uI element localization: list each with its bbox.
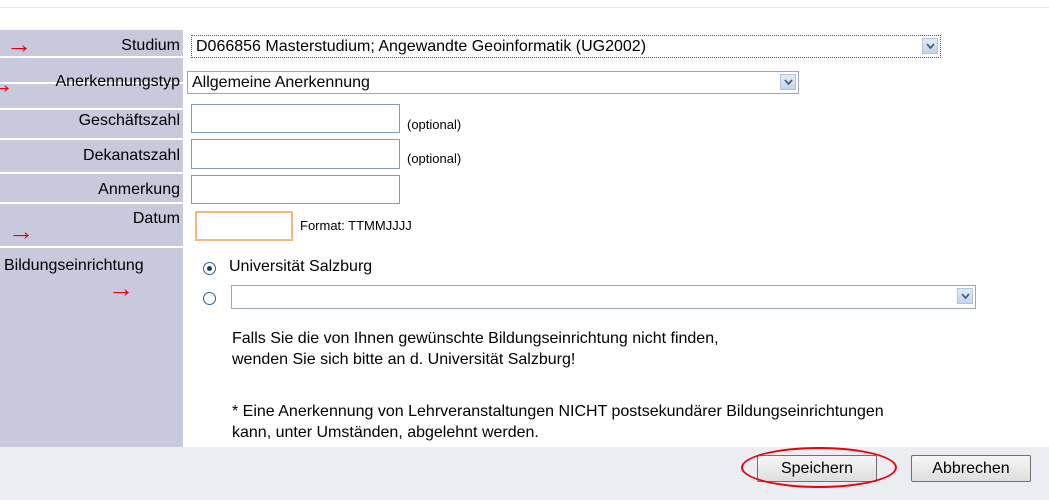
geschaeftszahl-label: Geschäftszahl	[78, 112, 180, 129]
row-divider	[0, 138, 183, 140]
radio-universitaet-salzburg-label: Universität Salzburg	[229, 258, 373, 275]
row-divider	[0, 108, 183, 110]
anerkennungstyp-select-value: Allgemeine Anerkennung	[192, 73, 370, 91]
studium-label: Studium	[121, 37, 180, 54]
datum-input[interactable]	[195, 211, 293, 241]
annotation-arrow-icon: →	[0, 69, 14, 99]
save-highlight-oval	[741, 447, 897, 488]
anmerkung-label: Anmerkung	[98, 181, 180, 198]
anmerkung-input[interactable]	[191, 175, 400, 204]
geschaeftszahl-hint: (optional)	[407, 117, 462, 132]
annotation-arrow-icon: →	[8, 216, 34, 246]
row-divider	[0, 246, 183, 248]
anerkennungstyp-label: Anerkennungstyp	[55, 73, 180, 90]
datum-label: Datum	[132, 210, 180, 227]
studium-select[interactable]: D066856 Masterstudium; Angewandte Geoinf…	[191, 35, 941, 58]
chevron-down-icon[interactable]	[780, 74, 796, 90]
anerkennungstyp-select[interactable]: Allgemeine Anerkennung	[187, 71, 799, 94]
row-divider	[0, 202, 183, 204]
chevron-down-icon[interactable]	[957, 288, 973, 304]
dekanatszahl-input[interactable]	[191, 139, 400, 169]
dekanatszahl-hint: (optional)	[407, 151, 462, 166]
cancel-button[interactable]: Abbrechen	[911, 455, 1031, 482]
note-text-line-1: * Eine Anerkennung von Lehrveranstaltung…	[232, 403, 884, 420]
dekanatszahl-label: Dekanatszahl	[83, 147, 180, 164]
datum-format-hint: Format: TTMMJJJJ	[300, 218, 412, 233]
row-divider	[0, 172, 183, 174]
top-divider	[0, 7, 1049, 8]
radio-other-institution[interactable]	[203, 292, 216, 305]
bildungseinrichtung-select[interactable]	[231, 285, 976, 309]
geschaeftszahl-input[interactable]	[191, 104, 400, 133]
annotation-arrow-icon: →	[108, 273, 134, 303]
bildungseinrichtung-label: Bildungseinrichtung	[4, 257, 144, 274]
note-text-line-2: kann, unter Umständen, abgelehnt werden.	[232, 424, 539, 441]
studium-select-value: D066856 Masterstudium; Angewandte Geoinf…	[196, 37, 647, 55]
annotation-arrow-icon: →	[6, 29, 32, 59]
radio-universitaet-salzburg[interactable]	[203, 262, 216, 275]
info-text-line-2: wenden Sie sich bitte an d. Universität …	[232, 351, 576, 368]
chevron-down-icon[interactable]	[922, 38, 938, 54]
info-text-line-1: Falls Sie die von Ihnen gewünschte Bildu…	[232, 330, 719, 347]
